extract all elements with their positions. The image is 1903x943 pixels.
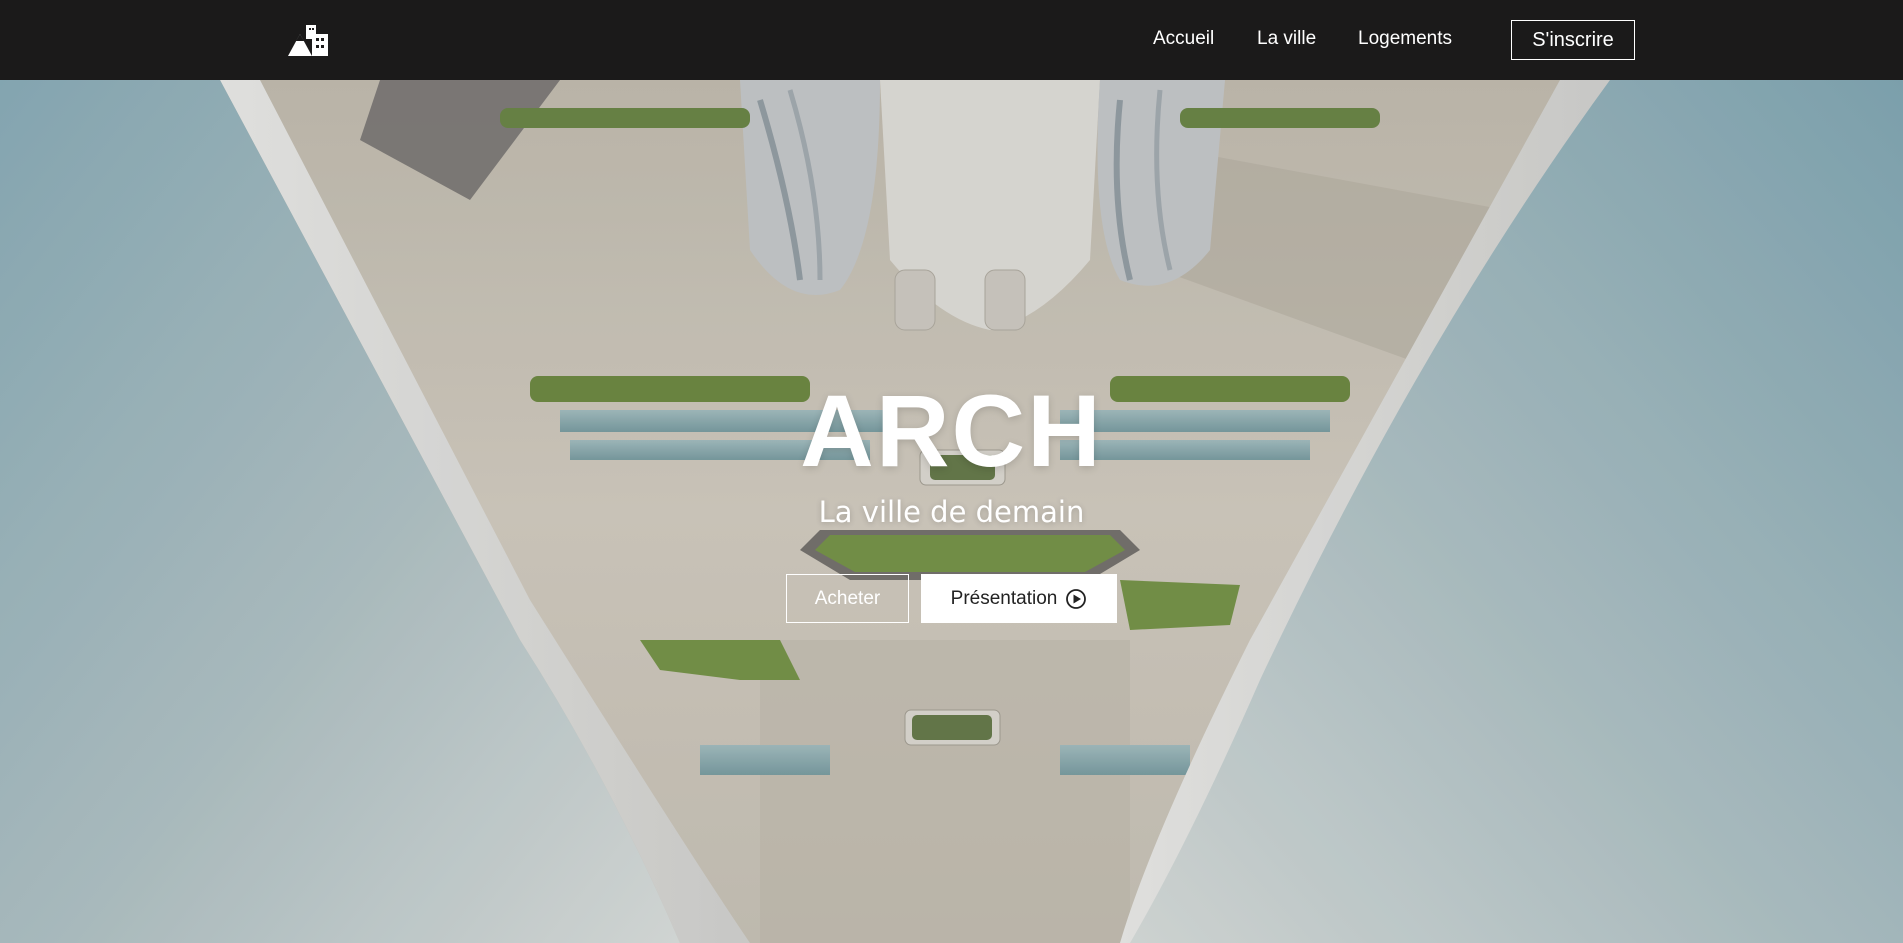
play-circle-icon xyxy=(1065,588,1087,610)
buy-button-label: Acheter xyxy=(814,587,881,609)
nav-link-la-ville[interactable]: La ville xyxy=(1257,28,1316,50)
hero-title: ARCH xyxy=(800,374,1103,488)
nav-link-accueil[interactable]: Accueil xyxy=(1153,28,1214,50)
top-navbar: Accueil La ville Logements S'inscrire xyxy=(0,0,1903,80)
hero-section: ARCH La ville de demain Acheter Présenta… xyxy=(0,80,1903,943)
mountain-building-logo-icon[interactable] xyxy=(286,22,330,58)
signup-button[interactable]: S'inscrire xyxy=(1511,20,1635,60)
presentation-button[interactable]: Présentation xyxy=(921,574,1117,623)
presentation-button-label: Présentation xyxy=(950,587,1058,609)
buy-button[interactable]: Acheter xyxy=(786,574,909,623)
nav-link-logements[interactable]: Logements xyxy=(1358,28,1452,50)
hero-subtitle: La ville de demain xyxy=(818,495,1085,529)
